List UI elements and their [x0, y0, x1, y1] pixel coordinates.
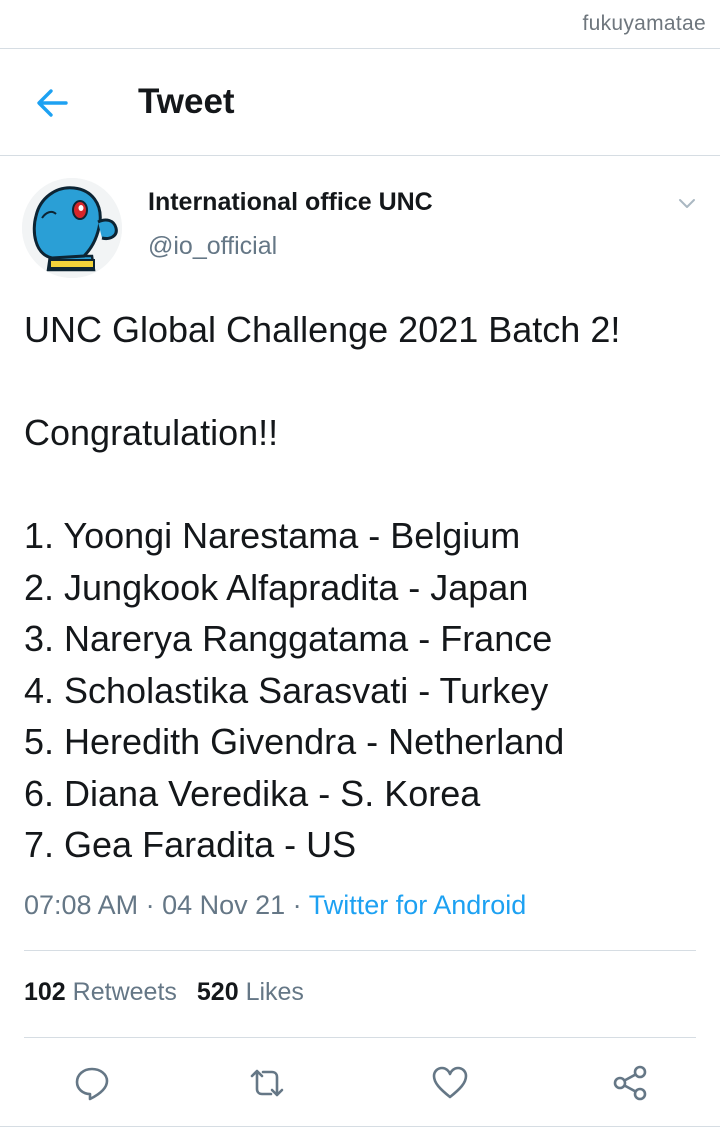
back-button[interactable] [32, 83, 72, 123]
tweet-text: UNC Global Challenge 2021 Batch 2! Congr… [24, 304, 704, 871]
reply-button[interactable] [72, 1063, 112, 1103]
top-app-bar: Tweet [0, 49, 720, 156]
likes-count: 520 [196, 978, 239, 1006]
divider [0, 1126, 720, 1127]
arrow-left-icon [37, 89, 68, 117]
like-icon [432, 1066, 468, 1099]
tweet-line: 2. Jungkook Alfapradita - Japan [24, 566, 529, 608]
divider [24, 1037, 696, 1038]
meta-separator: · [285, 890, 309, 920]
tweet-line: 7. Gea Faradita - US [24, 824, 357, 865]
engagement-stats: 102 Retweets 520 Likes [24, 978, 304, 1007]
tweet-line: Congratulation!! [24, 412, 279, 453]
share-button[interactable] [610, 1063, 650, 1103]
tweet-line [24, 356, 704, 408]
retweets-stat[interactable]: 102 Retweets [24, 978, 177, 1006]
mascot-avatar-image [22, 178, 122, 278]
tweet-line: UNC Global Challenge 2021 Batch 2! [24, 309, 621, 350]
retweets-count: 102 [24, 978, 66, 1006]
share-icon [613, 1065, 647, 1101]
tweet-source-link[interactable]: Twitter for Android [309, 890, 527, 920]
retweet-button[interactable] [247, 1063, 287, 1103]
reply-icon [75, 1067, 109, 1101]
page-title: Tweet [138, 82, 235, 121]
divider [24, 950, 696, 951]
tweet-line: 4. Scholastika Sarasvati - Turkey [24, 669, 549, 711]
author-handle[interactable]: @io_official [148, 232, 277, 261]
like-button[interactable] [430, 1063, 470, 1103]
retweets-label: Retweets [72, 978, 177, 1006]
tweet-line [24, 459, 704, 511]
tweet-line: 6. Diana Veredika - S. Korea [24, 772, 481, 814]
tweet-line: 5. Heredith Givendra - Netherland [24, 721, 565, 762]
retweet-icon [250, 1069, 284, 1097]
author-name[interactable]: International office UNC [148, 188, 433, 217]
chevron-down-icon [679, 199, 695, 208]
tweet-menu-button[interactable] [674, 190, 700, 216]
watermark: fukuyamatae [582, 12, 706, 35]
likes-stat[interactable]: 520 Likes [197, 978, 304, 1006]
meta-separator: · [138, 890, 163, 920]
tweet-meta: 07:08 AM · 04 Nov 21 · Twitter for Andro… [24, 890, 526, 921]
tweet-date: 04 Nov 21 [162, 890, 286, 920]
tweet-line: 1. Yoongi Narestama - Belgium [24, 515, 521, 556]
tweet-line: 3. Narerya Ranggatama - France [24, 618, 553, 659]
tweet-time: 07:08 AM [24, 890, 139, 920]
likes-label: Likes [245, 978, 304, 1006]
avatar[interactable] [22, 178, 122, 278]
